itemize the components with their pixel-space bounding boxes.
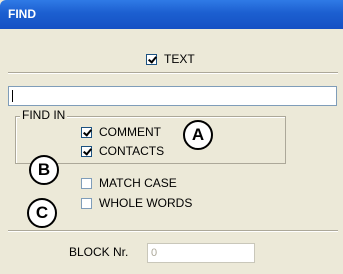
- whole-words-checkbox[interactable]: [81, 198, 92, 209]
- text-caret: [12, 90, 13, 102]
- callout-a: A: [183, 120, 213, 150]
- find-dialog: FIND TEXT FIND IN COMMENT CONTACTS MATCH…: [0, 0, 343, 274]
- block-number-field[interactable]: 0: [147, 243, 255, 263]
- whole-words-checkbox-label: WHOLE WORDS: [99, 196, 193, 210]
- contacts-checkbox-label: CONTACTS: [99, 144, 165, 158]
- separator: [8, 230, 338, 232]
- comment-checkbox-label: COMMENT: [99, 125, 161, 139]
- match-case-checkbox[interactable]: [81, 178, 92, 189]
- search-input[interactable]: [8, 86, 337, 106]
- text-checkbox[interactable]: [146, 54, 157, 65]
- callout-b: B: [29, 155, 59, 185]
- title-bar[interactable]: FIND: [0, 0, 343, 29]
- separator: [8, 72, 338, 74]
- callout-c: C: [27, 198, 57, 228]
- match-case-checkbox-label: MATCH CASE: [99, 176, 177, 190]
- block-number-label: BLOCK Nr.: [69, 245, 129, 259]
- text-checkbox-label: TEXT: [164, 52, 195, 66]
- window-title: FIND: [8, 7, 36, 21]
- find-in-group-label: FIND IN: [20, 108, 68, 122]
- comment-checkbox[interactable]: [81, 127, 92, 138]
- contacts-checkbox[interactable]: [81, 146, 92, 157]
